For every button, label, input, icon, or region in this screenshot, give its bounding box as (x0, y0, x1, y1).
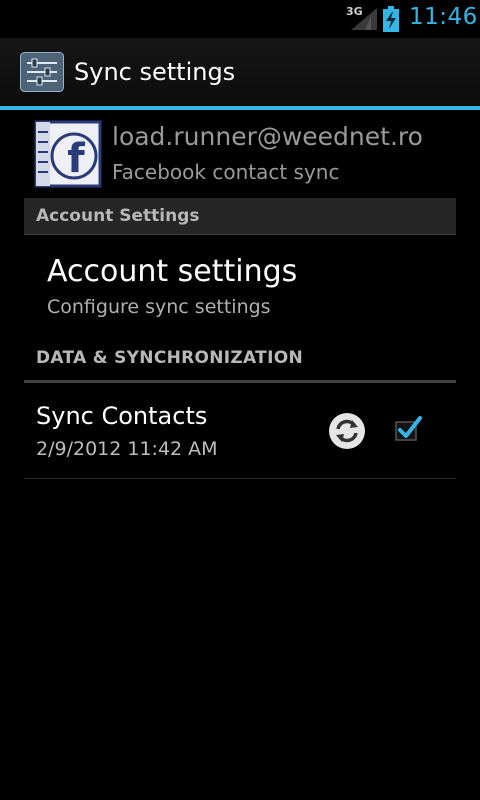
sync-contacts-title: Sync Contacts (36, 402, 208, 430)
sync-contacts-last-sync: 2/9/2012 11:42 AM (36, 438, 218, 460)
sync-icon[interactable] (328, 412, 366, 450)
section-header-account-settings: Account Settings (24, 198, 456, 235)
account-settings-title: Account settings (47, 254, 298, 289)
signal-icon (351, 8, 377, 30)
page-title: Sync settings (74, 58, 236, 86)
section-header-label: Account Settings (36, 206, 200, 226)
section-header-label: DATA & SYNCHRONIZATION (36, 348, 303, 368)
clock: 11:46 (409, 4, 478, 30)
facebook-icon: f (34, 120, 102, 188)
account-settings-summary: Configure sync settings (47, 296, 271, 318)
status-bar: 3G 11:46 (0, 0, 480, 38)
sync-contacts-checkbox[interactable] (394, 414, 422, 442)
section-header-data-sync: DATA & SYNCHRONIZATION (24, 338, 456, 383)
svg-text:f: f (67, 136, 85, 182)
settings-sliders-icon[interactable] (20, 52, 64, 92)
sync-contacts-item[interactable]: Sync Contacts 2/9/2012 11:42 AM (24, 384, 456, 479)
action-bar: Sync settings (0, 38, 480, 110)
battery-charging-icon (383, 6, 399, 32)
account-subtitle: Facebook contact sync (112, 160, 340, 184)
account-header: f load.runner@weednet.ro Facebook contac… (24, 112, 456, 196)
account-settings-item[interactable]: Account settings Configure sync settings (24, 236, 456, 330)
account-email: load.runner@weednet.ro (112, 122, 423, 151)
